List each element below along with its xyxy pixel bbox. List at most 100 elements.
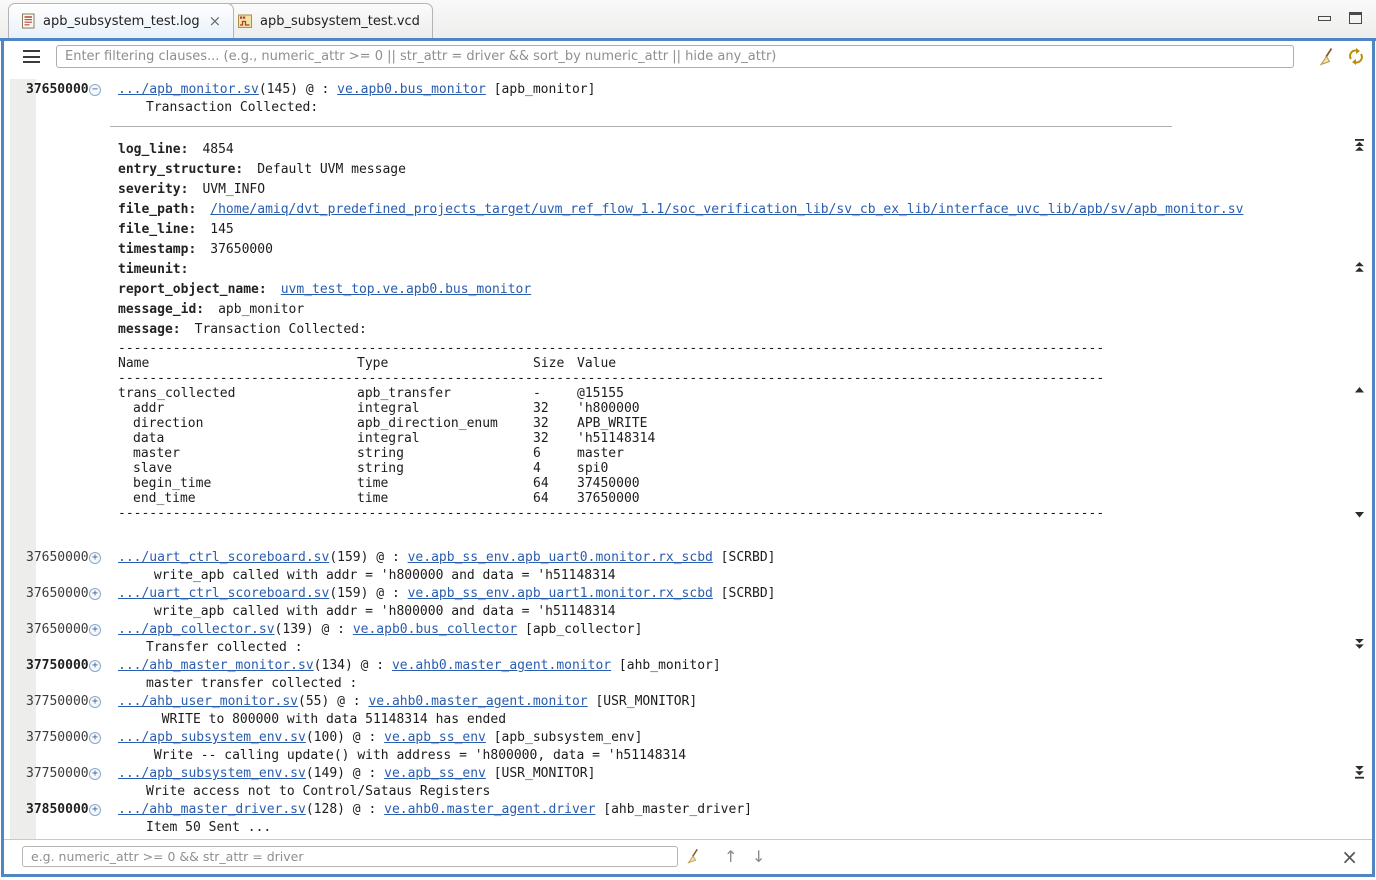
close-find-bar-icon[interactable]: × <box>1341 844 1358 870</box>
source-file-link[interactable]: .../apb_collector.sv <box>118 622 275 637</box>
find-bar: ↑ ↓ × <box>4 839 1372 874</box>
source-file-link[interactable]: .../uart_ctrl_scoreboard.sv <box>118 586 329 601</box>
maximize-view-icon[interactable] <box>1349 12 1362 24</box>
entry-message: Transaction Collected: <box>146 99 1342 117</box>
entry-tag: [USR_MONITOR] <box>486 766 596 781</box>
source-file-link[interactable]: .../ahb_master_driver.sv <box>118 802 306 817</box>
vcd-file-icon <box>237 13 253 29</box>
filter-toolbar <box>4 41 1372 75</box>
detail-field: severity:UVM_INFO <box>118 180 1342 200</box>
table-cell-type: apb_transfer <box>357 386 533 401</box>
menu-icon[interactable] <box>23 50 40 63</box>
clear-find-icon[interactable] <box>686 848 701 864</box>
detail-label: file_line: <box>118 222 196 237</box>
clear-filter-icon[interactable] <box>1318 47 1336 66</box>
expand-entry-icon[interactable]: + <box>89 552 101 564</box>
expand-entry-icon[interactable]: + <box>89 624 101 636</box>
report-object-link[interactable]: ve.apb_ss_env.apb_uart0.monitor.rx_scbd <box>408 550 713 565</box>
entry-tag: [SCRBD] <box>713 586 776 601</box>
report-object-link[interactable]: ve.apb_ss_env.apb_uart1.monitor.rx_scbd <box>408 586 713 601</box>
entry-line-ref: (149) @ : <box>306 766 384 781</box>
overview-marker-double-down-icon[interactable] <box>1354 639 1365 650</box>
detail-value-link[interactable]: uvm_test_top.ve.apb0.bus_monitor <box>281 282 531 297</box>
detail-field: report_object_name:uvm_test_top.ve.apb0.… <box>118 280 1342 300</box>
tab-label: apb_subsystem_test.vcd <box>260 14 420 29</box>
detail-value-link[interactable]: /home/amiq/dvt_predefined_projects_targe… <box>210 202 1243 217</box>
overview-marker-double-up-icon[interactable] <box>1354 262 1365 273</box>
refresh-icon[interactable] <box>1347 47 1365 66</box>
tab-log-file[interactable]: apb_subsystem_test.log × <box>8 3 234 38</box>
detail-label: severity: <box>118 182 188 197</box>
table-row: directionapb_direction_enum32APB_WRITE <box>118 416 1106 431</box>
table-dash-line: ----------------------------------------… <box>118 341 1106 356</box>
table-cell-name: addr <box>118 401 357 416</box>
table-cell-value: spi0 <box>577 461 1106 476</box>
report-object-link[interactable]: ve.ahb0.master_agent.monitor <box>392 658 611 673</box>
entry-details: log_line: 4854 entry_structure:Default UVM… <box>118 126 1342 521</box>
source-file-link[interactable]: .../apb_subsystem_env.sv <box>118 730 306 745</box>
report-object-link[interactable]: ve.ahb0.master_agent.monitor <box>368 694 587 709</box>
find-input[interactable] <box>22 846 678 867</box>
table-cell-size: - <box>533 386 577 401</box>
find-next-icon[interactable]: ↓ <box>752 847 765 867</box>
tab-label: apb_subsystem_test.log <box>43 14 200 29</box>
report-object-link[interactable]: ve.apb0.bus_monitor <box>337 82 486 97</box>
filter-input[interactable] <box>56 45 1294 68</box>
entry-message: Write -- calling update() with address =… <box>146 747 1342 765</box>
entry-tag: [ahb_master_driver] <box>595 802 752 817</box>
entry-tag: [apb_subsystem_env] <box>486 730 643 745</box>
entry-line-ref: (100) @ : <box>306 730 384 745</box>
close-tab-icon[interactable]: × <box>209 15 222 27</box>
table-cell-size: 32 <box>533 431 577 446</box>
table-cell-value: 37650000 <box>577 491 1106 506</box>
entry-line-ref: (139) @ : <box>275 622 353 637</box>
source-file-link[interactable]: .../ahb_user_monitor.sv <box>118 694 298 709</box>
report-object-link[interactable]: ve.ahb0.master_agent.driver <box>384 802 595 817</box>
log-entry-header: 37850000+.../ahb_master_driver.sv(128) @… <box>4 801 1342 819</box>
entry-tag: [ahb_monitor] <box>611 658 721 673</box>
detail-field: entry_structure:Default UVM message <box>118 160 1342 180</box>
overview-marker-bottom-icon[interactable] <box>1354 766 1365 779</box>
entry-message: write_apb called with addr = 'h800000 an… <box>146 603 1342 621</box>
entry-line-ref: (55) @ : <box>298 694 368 709</box>
source-file-link[interactable]: .../apb_monitor.sv <box>118 82 259 97</box>
expand-entry-icon[interactable]: + <box>89 804 101 816</box>
collapse-entry-icon[interactable]: − <box>89 84 101 96</box>
detail-label: log_line: <box>118 142 188 157</box>
find-previous-icon[interactable]: ↑ <box>724 847 737 867</box>
detail-value: Transaction Collected: <box>195 322 367 337</box>
table-row: slavestring4spi0 <box>118 461 1106 476</box>
table-row: masterstring6master <box>118 446 1106 461</box>
overview-marker-up-icon[interactable] <box>1354 387 1365 393</box>
source-file-link[interactable]: .../ahb_master_monitor.sv <box>118 658 314 673</box>
tab-vcd-file[interactable]: apb_subsystem_test.vcd <box>224 3 433 38</box>
report-object-link[interactable]: ve.apb_ss_env <box>384 730 486 745</box>
table-cell-value: master <box>577 446 1106 461</box>
report-object-link[interactable]: ve.apb0.bus_collector <box>353 622 517 637</box>
detail-value: Default UVM message <box>257 162 406 177</box>
table-dash-line: ----------------------------------------… <box>118 371 1106 386</box>
log-entry: 37650000+.../uart_ctrl_scoreboard.sv(159… <box>4 585 1342 621</box>
log-entry-header: 37750000+.../ahb_master_monitor.sv(134) … <box>4 657 1342 675</box>
detail-field: message_id:apb_monitor <box>118 300 1342 320</box>
expand-entry-icon[interactable]: + <box>89 732 101 744</box>
source-file-link[interactable]: .../uart_ctrl_scoreboard.sv <box>118 550 329 565</box>
expand-entry-icon[interactable]: + <box>89 660 101 672</box>
detail-field: file_line:145 <box>118 220 1342 240</box>
report-object-link[interactable]: ve.apb_ss_env <box>384 766 486 781</box>
minimize-view-icon[interactable] <box>1318 16 1331 21</box>
entry-message: Transfer collected : <box>146 639 1342 657</box>
expand-entry-icon[interactable]: + <box>89 768 101 780</box>
entry-tag: [USR_MONITOR] <box>588 694 698 709</box>
expand-entry-icon[interactable]: + <box>89 696 101 708</box>
overview-marker-top-icon[interactable] <box>1354 139 1365 152</box>
table-cell-name: master <box>118 446 357 461</box>
source-file-link[interactable]: .../apb_subsystem_env.sv <box>118 766 306 781</box>
column-header: Value <box>577 356 1106 371</box>
detail-value: 4854 <box>202 142 233 157</box>
dvt-log-viewer: apb_subsystem_test.log × apb_subsystem_t… <box>0 0 1376 880</box>
table-row: dataintegral32'h51148314 <box>118 431 1106 446</box>
expand-entry-icon[interactable]: + <box>89 588 101 600</box>
overview-marker-down-icon[interactable] <box>1354 512 1365 518</box>
entry-timestamp: 37750000 <box>26 765 89 783</box>
